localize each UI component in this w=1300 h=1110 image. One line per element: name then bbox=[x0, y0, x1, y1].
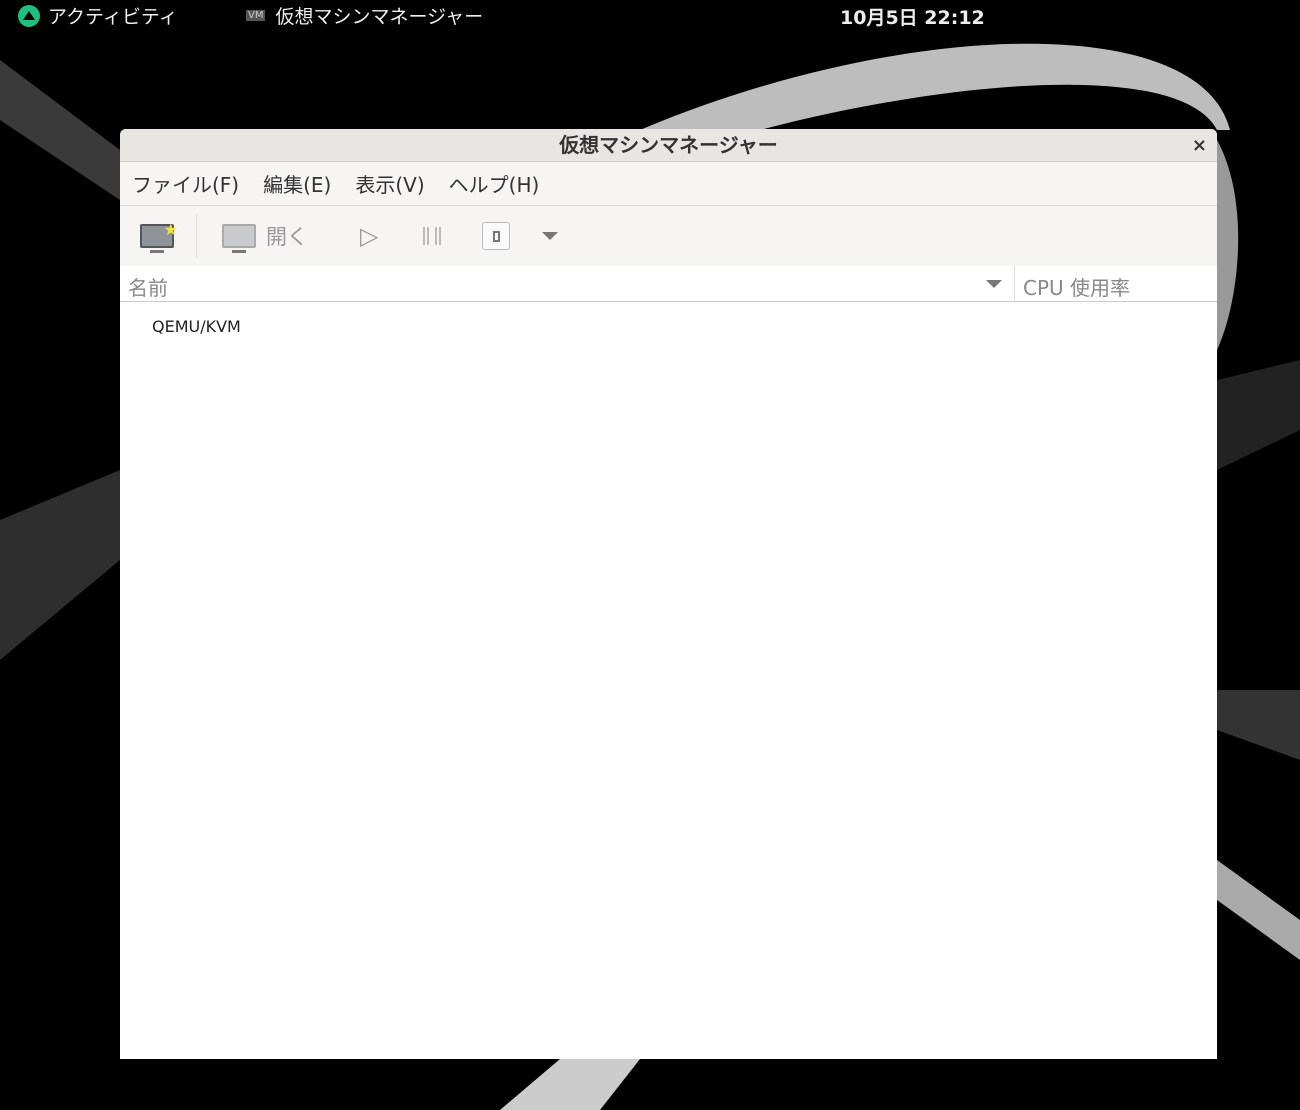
column-name[interactable]: 名前 bbox=[128, 272, 168, 301]
menu-view[interactable]: 表示(V) bbox=[355, 169, 424, 198]
column-cpu[interactable]: CPU 使用率 bbox=[1014, 266, 1138, 302]
monitor-icon bbox=[222, 224, 256, 253]
menu-file[interactable]: ファイル(F) bbox=[132, 169, 239, 198]
list-header: 名前 CPU 使用率 bbox=[120, 266, 1217, 302]
open-label: 開く bbox=[266, 225, 308, 249]
app-menu-label: 仮想マシンマネージャー bbox=[275, 6, 484, 28]
app-menu[interactable]: VM 仮想マシンマネージャー bbox=[246, 2, 483, 29]
new-vm-button[interactable]: ★ bbox=[140, 206, 178, 266]
pause-icon bbox=[423, 227, 441, 245]
open-button[interactable]: 開く bbox=[222, 206, 308, 266]
menu-help[interactable]: ヘルプ(H) bbox=[449, 169, 540, 198]
title-bar: 仮想マシンマネージャー × bbox=[120, 129, 1217, 162]
vm-icon: VM bbox=[246, 10, 266, 21]
column-options-chevron-icon[interactable] bbox=[986, 280, 1002, 288]
shutdown-icon bbox=[482, 222, 510, 250]
toolbar: ★ 開く ▷ bbox=[120, 206, 1217, 266]
clock[interactable]: 10月5日 22:12 bbox=[840, 3, 985, 30]
play-icon: ▷ bbox=[360, 222, 379, 250]
shutdown-menu-button[interactable] bbox=[542, 206, 558, 266]
window-title: 仮想マシンマネージャー bbox=[559, 133, 778, 157]
pause-button[interactable] bbox=[423, 206, 441, 266]
shutdown-button[interactable] bbox=[482, 206, 510, 266]
menu-edit[interactable]: 編集(E) bbox=[263, 169, 331, 198]
connection-row[interactable]: QEMU/KVM bbox=[152, 317, 241, 336]
activities-button[interactable]: アクティビティ bbox=[18, 2, 178, 29]
distro-logo-icon bbox=[18, 4, 40, 27]
run-button[interactable]: ▷ bbox=[360, 206, 378, 266]
close-button[interactable]: × bbox=[1192, 129, 1207, 162]
toolbar-separator bbox=[196, 214, 197, 258]
activities-label: アクティビティ bbox=[48, 6, 178, 28]
menu-bar: ファイル(F) 編集(E) 表示(V) ヘルプ(H) bbox=[120, 162, 1217, 206]
top-bar: アクティビティ VM 仮想マシンマネージャー 10月5日 22:12 bbox=[0, 0, 1300, 30]
chevron-down-icon bbox=[542, 232, 558, 240]
virt-manager-window: 仮想マシンマネージャー × ファイル(F) 編集(E) 表示(V) ヘルプ(H) … bbox=[120, 129, 1217, 1059]
new-vm-icon: ★ bbox=[140, 220, 178, 253]
